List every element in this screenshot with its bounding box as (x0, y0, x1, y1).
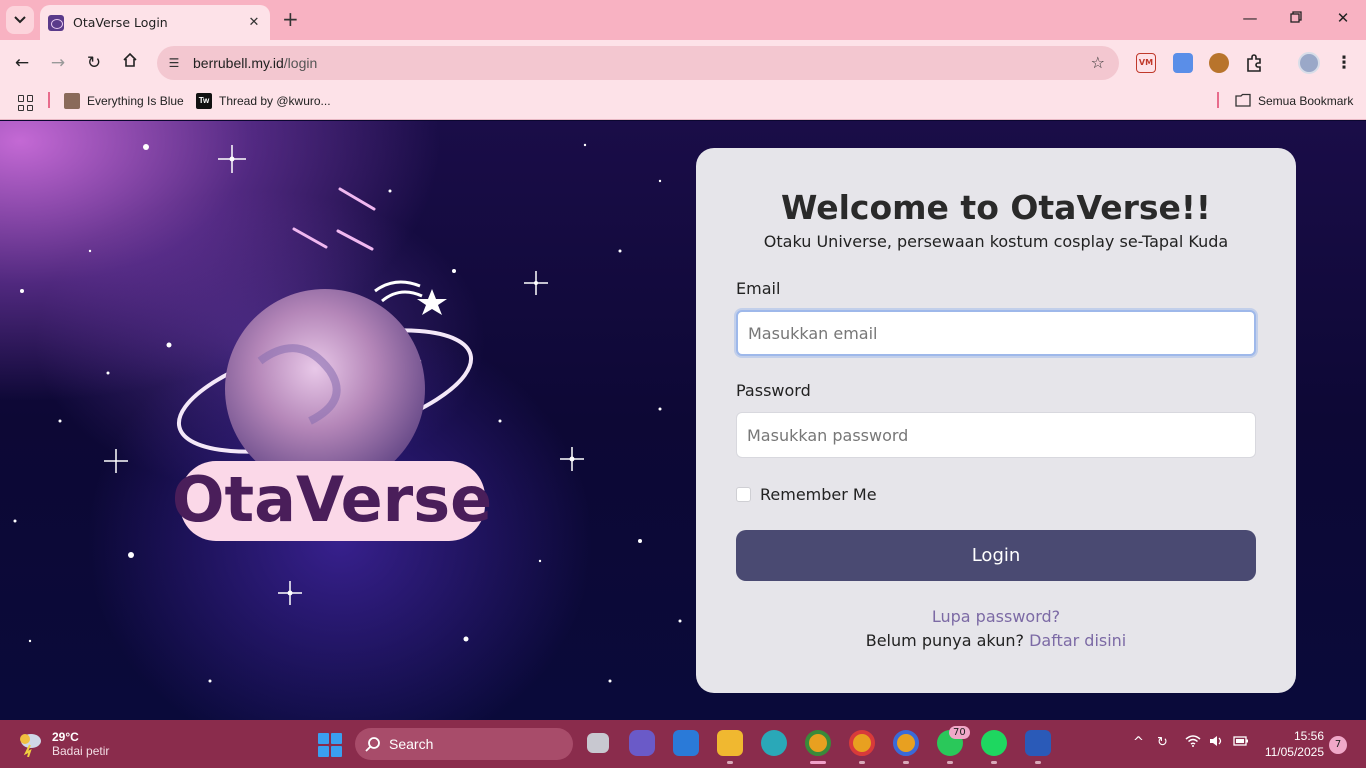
notification-badge[interactable]: 7 (1329, 736, 1347, 754)
home-icon (123, 52, 137, 67)
chrome-profile-icon[interactable] (893, 730, 919, 756)
clock-time: 15:56 (1293, 729, 1324, 743)
spotify-icon[interactable] (981, 730, 1007, 756)
forgot-password-link[interactable]: Lupa password? (696, 607, 1296, 626)
task-view-icon[interactable] (587, 733, 609, 753)
tab-otaverse-login[interactable]: OtaVerse Login ✕ (40, 5, 270, 40)
close-window-button[interactable]: ✕ (1331, 9, 1355, 27)
page-subtitle: Otaku Universe, persewaan kostum cosplay… (763, 232, 1229, 251)
taskbar-search[interactable]: Search (355, 728, 573, 760)
bookmark-separator (48, 92, 50, 108)
extensions-puzzle-icon[interactable] (1245, 53, 1265, 73)
chrome-profile-icon[interactable] (849, 730, 875, 756)
register-prompt: Belum punya akun? Daftar disini (696, 631, 1296, 650)
back-button[interactable]: ← (11, 52, 33, 74)
tab-close-icon[interactable]: ✕ (246, 15, 262, 30)
extension-vm-icon[interactable]: VM (1136, 53, 1156, 73)
bookmark-thumbnail-icon (64, 93, 80, 109)
forward-button[interactable]: → (47, 52, 69, 74)
wifi-icon[interactable] (1185, 735, 1201, 751)
word-icon[interactable] (1025, 730, 1051, 756)
reload-button[interactable]: ↻ (83, 52, 105, 74)
tab-search-button[interactable] (6, 6, 34, 34)
remember-me-label: Remember Me (760, 485, 877, 504)
url-text: berrubell.my.id/login (193, 55, 318, 71)
whatsapp-badge: 70 (949, 726, 970, 739)
bookmark-separator (1217, 92, 1219, 108)
active-indicator (810, 761, 826, 764)
all-bookmarks-button[interactable]: Semua Bookmark (1235, 93, 1353, 109)
sync-icon[interactable]: ↻ (1157, 735, 1168, 750)
email-label: Email (736, 279, 781, 298)
running-indicator (859, 761, 865, 764)
file-explorer-icon[interactable] (717, 730, 743, 756)
restore-icon (1290, 11, 1302, 23)
remember-me-checkbox[interactable] (736, 487, 751, 502)
extension-cookie-icon[interactable] (1209, 53, 1229, 73)
page-content: OtaVerse Welcome to OtaVerse!! Otaku Uni… (0, 121, 1366, 720)
weather-widget[interactable]: 29°C Badai petir (16, 730, 109, 758)
running-indicator (727, 761, 733, 764)
edge-icon[interactable] (761, 730, 787, 756)
tab-strip: OtaVerse Login ✕ + — ✕ (0, 0, 1366, 40)
new-tab-button[interactable]: + (282, 9, 299, 29)
register-link[interactable]: Daftar disini (1029, 631, 1126, 650)
password-field[interactable] (736, 412, 1256, 458)
home-button[interactable] (119, 52, 141, 74)
tab-title: OtaVerse Login (73, 15, 168, 30)
chrome-icon[interactable] (805, 730, 831, 756)
weather-temperature: 29°C (52, 730, 79, 744)
shooting-stars (292, 187, 376, 251)
site-info-icon[interactable]: ☰ (165, 56, 183, 70)
clock-date: 11/05/2025 (1264, 745, 1324, 759)
address-bar[interactable]: ☰ berrubell.my.id/login ☆ (157, 46, 1119, 80)
weather-description: Badai petir (52, 744, 110, 758)
volume-icon[interactable] (1209, 735, 1223, 751)
menu-kebab-icon[interactable]: ⋮ (1333, 52, 1355, 74)
meet-icon[interactable] (629, 730, 655, 756)
favicon-icon (48, 14, 64, 31)
register-prefix: Belum punya akun? (865, 631, 1024, 650)
bookmark-bar: Everything Is Blue Tw Thread by @kwuro..… (0, 86, 1366, 120)
running-indicator (1035, 761, 1041, 764)
running-indicator (903, 761, 909, 764)
password-label: Password (736, 381, 811, 400)
profile-avatar[interactable] (1298, 52, 1320, 74)
bookmark-star-icon[interactable]: ☆ (1091, 53, 1105, 72)
page-title: Welcome to OtaVerse!! (781, 188, 1211, 227)
login-button[interactable]: Login (736, 530, 1256, 581)
browser-toolbar: ← → ↻ ☰ berrubell.my.id/login ☆ VM ⋮ (0, 40, 1366, 86)
running-indicator (947, 761, 953, 764)
remember-me[interactable]: Remember Me (736, 485, 877, 504)
minimize-button[interactable]: — (1238, 9, 1262, 27)
start-button[interactable] (318, 733, 342, 757)
thunderstorm-icon (20, 734, 41, 757)
restore-button[interactable] (1284, 9, 1308, 27)
tray-overflow-icon[interactable]: ^ (1133, 735, 1144, 750)
extension-clipboard-icon[interactable] (1173, 53, 1193, 73)
taskbar: 29°C Badai petir Search 70 ^ ↻ 15:56 11/… (0, 720, 1366, 768)
bookmark-thread[interactable]: Tw Thread by @kwuro... (196, 93, 331, 109)
threadreader-icon: Tw (196, 93, 212, 109)
running-indicator (991, 761, 997, 764)
otaverse-logo: OtaVerse (172, 280, 492, 541)
search-icon (365, 737, 380, 752)
email-field[interactable] (736, 310, 1256, 356)
folder-icon (1235, 93, 1251, 107)
system-clock[interactable]: 15:56 11/05/2025 (1258, 728, 1324, 760)
battery-icon[interactable] (1233, 735, 1249, 751)
microsoft-store-icon[interactable] (673, 730, 699, 756)
bookmark-everything-is-blue[interactable]: Everything Is Blue (64, 93, 184, 109)
login-card: Welcome to OtaVerse!! Otaku Universe, pe… (696, 148, 1296, 693)
apps-grid-icon[interactable] (18, 95, 34, 111)
svg-text:OtaVerse: OtaVerse (172, 463, 492, 536)
chevron-down-icon (14, 16, 26, 24)
